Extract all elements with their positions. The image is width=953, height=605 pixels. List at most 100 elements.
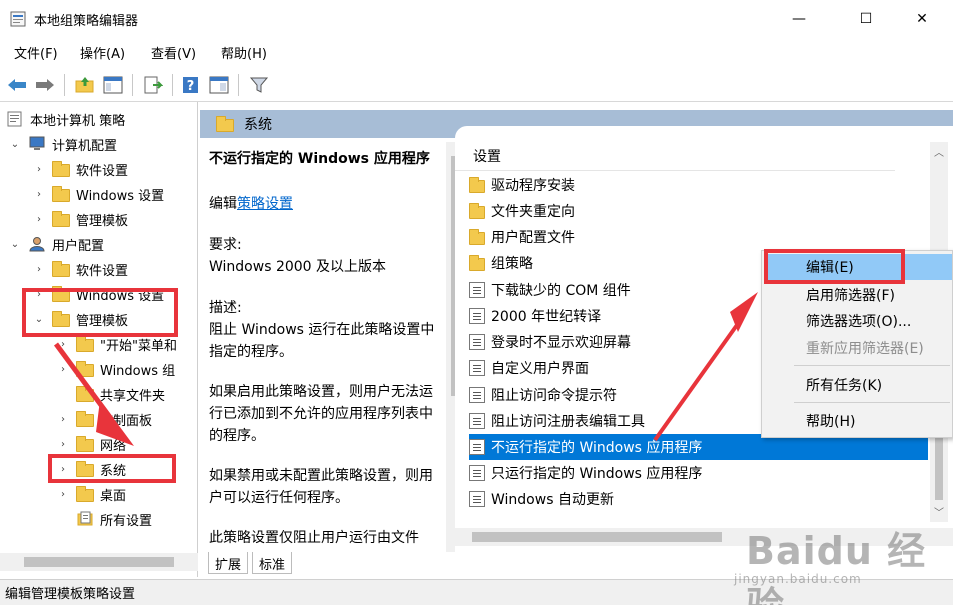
chevron-right-icon[interactable]: › (32, 264, 46, 275)
menu-help[interactable]: 帮助(H) (221, 43, 267, 62)
tree-node-all-settings[interactable]: 所有设置 (76, 508, 152, 530)
folder-icon (76, 435, 94, 452)
list-item-label: 阻止访问注册表编辑工具 (491, 414, 645, 430)
description-paragraph-3: 如果禁用或未配置此策略设置，则用户可以运行任何程序。 (209, 468, 433, 506)
view-tabs: 扩展 标准 (200, 552, 500, 577)
svg-text:?: ? (187, 79, 195, 94)
policy-setting-icon (469, 360, 485, 376)
folder-icon (469, 228, 485, 245)
tree-node-label: 网络 (100, 438, 127, 454)
list-item-windows-update[interactable]: Windows 自动更新 (469, 486, 929, 512)
chevron-down-icon[interactable]: ⌄ (8, 239, 22, 250)
list-item-label: 只运行指定的 Windows 应用程序 (491, 466, 703, 482)
policy-setting-icon (469, 413, 485, 429)
tree-node-label: 软件设置 (76, 263, 129, 279)
chevron-down-icon[interactable]: ⌄ (8, 139, 22, 150)
folder-icon (469, 254, 485, 271)
tab-extended[interactable]: 扩展 (208, 552, 249, 574)
details-header-title: 系统 (244, 117, 272, 133)
menu-file[interactable]: 文件(F) (14, 43, 58, 62)
policy-description: 不运行指定的 Windows 应用程序 编辑策略设置 要求: Windows 2… (200, 142, 450, 552)
tree-node-label: Windows 组 (100, 363, 176, 379)
tree-node-software-settings[interactable]: › 软件设置 (32, 158, 128, 180)
tree-node-windows-components[interactable]: › Windows 组 (56, 358, 175, 380)
tree-node-control-panel[interactable]: › 控制面板 (56, 408, 152, 430)
tree-node-user-config[interactable]: ⌄ 用户配置 (8, 233, 104, 255)
list-item-label: Windows 自动更新 (491, 492, 614, 508)
chevron-right-icon[interactable]: › (56, 489, 70, 500)
export-list-icon[interactable] (142, 74, 164, 96)
list-item-run-only-apps[interactable]: 只运行指定的 Windows 应用程序 (469, 460, 929, 486)
help-icon[interactable]: ? (180, 74, 202, 96)
settings-column-header[interactable]: 设置 (473, 146, 501, 166)
chevron-right-icon[interactable]: › (56, 414, 70, 425)
scrollbar-thumb[interactable] (472, 532, 722, 542)
properties-view-icon[interactable] (208, 74, 230, 96)
chevron-right-icon[interactable]: › (56, 439, 70, 450)
forward-arrow-icon[interactable] (34, 74, 56, 96)
tree-node-admin-templates[interactable]: › 管理模板 (32, 208, 128, 230)
tree-node-label: 软件设置 (76, 163, 129, 179)
tree-node-user-software-settings[interactable]: › 软件设置 (32, 258, 128, 280)
tree-node-shared-folders[interactable]: 共享文件夹 (76, 383, 165, 405)
chevron-right-icon[interactable]: › (32, 164, 46, 175)
policy-setting-icon (469, 282, 485, 298)
folder-icon (76, 410, 94, 427)
list-item-label: 2000 年世纪转译 (491, 309, 602, 325)
menu-item-all-tasks[interactable]: 所有任务(K) (764, 372, 952, 398)
user-icon (29, 237, 45, 252)
title-bar: 本地组策略编辑器 — ☐ ✕ (0, 0, 953, 38)
tree-horizontal-scrollbar[interactable] (0, 553, 198, 571)
list-item-label: 不运行指定的 Windows 应用程序 (491, 440, 703, 456)
tree-node-label: Windows 设置 (76, 188, 165, 204)
list-item-driver-install[interactable]: 驱动程序安装 (469, 172, 929, 198)
menu-action[interactable]: 操作(A) (80, 43, 125, 62)
tree-node-label: 所有设置 (100, 513, 153, 529)
requirements-value: Windows 2000 及以上版本 (209, 259, 387, 275)
policy-settings-link[interactable]: 策略设置 (237, 196, 293, 212)
menu-item-reapply-filter: 重新应用筛选器(E) (806, 341, 924, 357)
scrollbar-thumb[interactable] (24, 557, 174, 567)
folder-icon (216, 115, 234, 132)
chevron-right-icon[interactable]: › (56, 364, 70, 375)
up-folder-icon[interactable] (74, 74, 96, 96)
tree-node-windows-settings[interactable]: › Windows 设置 (32, 183, 164, 205)
tree-node-desktop[interactable]: › 桌面 (56, 483, 126, 505)
tree-node-computer-config[interactable]: ⌄ 计算机配置 (8, 133, 117, 155)
menu-item-help[interactable]: 帮助(H) (764, 408, 952, 434)
tree-node-label: 用户配置 (52, 238, 105, 254)
list-item-label: 用户配置文件 (491, 230, 575, 246)
menu-item-filter-options[interactable]: 筛选器选项(O)... (764, 308, 952, 334)
tree-node-label: 共享文件夹 (100, 388, 166, 404)
policy-setting-icon (469, 308, 485, 324)
list-item-folder-redirection[interactable]: 文件夹重定向 (469, 198, 929, 224)
back-arrow-icon[interactable] (6, 74, 28, 96)
list-item-label: 登录时不显示欢迎屏幕 (491, 335, 631, 351)
watermark-logo-text: Baidu 经验 (746, 529, 927, 605)
menu-item-enable-filter[interactable]: 启用筛选器(F) (764, 282, 952, 308)
description-paragraph-1: 阻止 Windows 运行在此策略设置中指定的程序。 (209, 322, 435, 360)
scroll-down-icon[interactable]: ﹀ (930, 504, 948, 519)
maximize-button[interactable]: ☐ (843, 0, 889, 38)
list-item-user-profiles[interactable]: 用户配置文件 (469, 224, 929, 250)
minimize-button[interactable]: — (776, 0, 822, 38)
tree-node-local-computer-policy[interactable]: 本地计算机 策略 (6, 108, 125, 130)
list-item-label: 文件夹重定向 (491, 204, 575, 220)
folder-icon (52, 210, 70, 227)
menu-view[interactable]: 查看(V) (151, 43, 196, 62)
chevron-right-icon[interactable]: › (56, 339, 70, 350)
chevron-right-icon[interactable]: › (32, 189, 46, 200)
edit-policy-line: 编辑策略设置 (209, 193, 444, 215)
close-button[interactable]: ✕ (899, 0, 945, 38)
show-hide-tree-icon[interactable] (102, 74, 124, 96)
policy-setting-icon (469, 491, 485, 507)
group-policy-app-icon (10, 11, 26, 27)
annotation-box-system (48, 454, 176, 483)
chevron-right-icon[interactable]: › (32, 214, 46, 225)
tree-node-network[interactable]: › 网络 (56, 433, 126, 455)
tab-standard[interactable]: 标准 (252, 552, 293, 574)
list-item-label: 阻止访问命令提示符 (491, 388, 617, 404)
baidu-jingyan-watermark: Baidu 经验 jingyan.baidu.com (728, 520, 953, 605)
filter-icon[interactable] (248, 74, 270, 96)
scroll-up-icon[interactable]: ︿ (930, 144, 948, 159)
